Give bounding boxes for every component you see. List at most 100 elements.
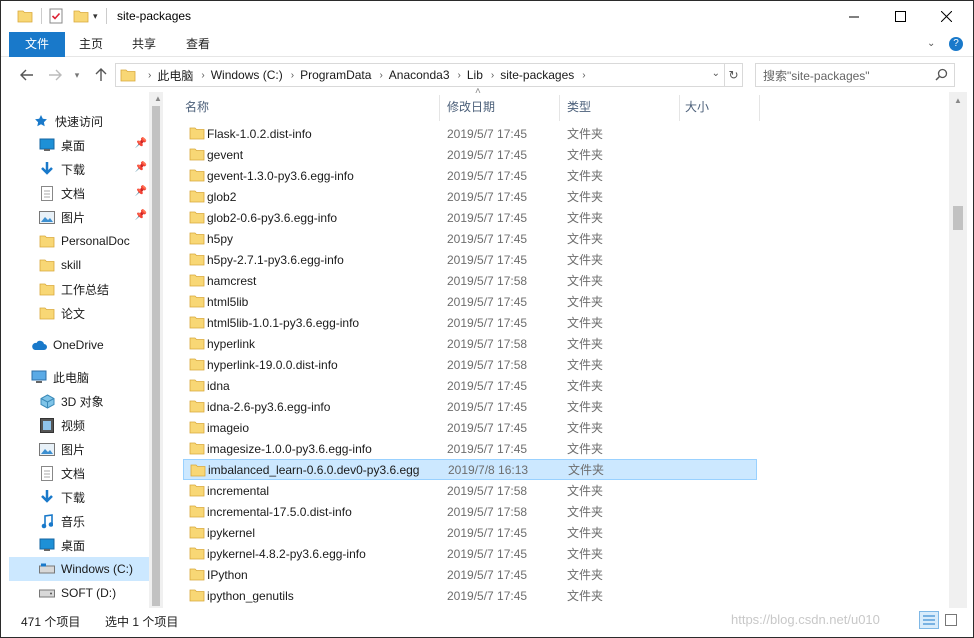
breadcrumb-windows-c[interactable]: Windows (C:) bbox=[211, 68, 283, 82]
file-row[interactable]: incremental-17.5.0.dist-info 2019/5/7 17:… bbox=[183, 501, 757, 522]
file-row[interactable]: idna-2.6-py3.6.egg-info 2019/5/7 17:45 文件夹 bbox=[183, 396, 757, 417]
sidebar-item-papers[interactable]: 论文 bbox=[39, 301, 149, 325]
file-row[interactable]: glob2-0.6-py3.6.egg-info 2019/5/7 17:45 文件… bbox=[183, 207, 757, 228]
help-icon[interactable]: ? bbox=[949, 37, 963, 51]
sidebar-item-music[interactable]: 音乐 bbox=[39, 509, 149, 533]
back-arrow-icon[interactable] bbox=[17, 66, 37, 84]
large-icons-view-icon[interactable] bbox=[941, 611, 961, 629]
file-row[interactable]: idna 2019/5/7 17:45 文件夹 bbox=[183, 375, 757, 396]
file-row[interactable]: IPython 2019/5/7 17:45 文件夹 bbox=[183, 564, 757, 585]
sidebar-item-label: 文档 bbox=[61, 466, 86, 481]
refresh-icon[interactable]: ↻ bbox=[725, 63, 743, 87]
file-row[interactable]: imagesize-1.0.0-py3.6.egg-info 2019/5/7 1… bbox=[183, 438, 757, 459]
file-type: 文件夹 bbox=[567, 568, 604, 582]
folder-icon bbox=[189, 210, 205, 227]
file-row[interactable]: gevent 2019/5/7 17:45 文件夹 bbox=[183, 144, 757, 165]
sidebar-item-work-summary[interactable]: 工作总结 bbox=[39, 277, 149, 301]
tab-share[interactable]: 共享 bbox=[121, 32, 167, 57]
file-name: ipykernel bbox=[207, 525, 256, 540]
sidebar-item-skill[interactable]: skill bbox=[39, 253, 149, 277]
breadcrumb-site-packages[interactable]: site-packages bbox=[500, 68, 574, 82]
pin-icon[interactable]: 📌 bbox=[135, 138, 147, 149]
file-list-scroll-thumb[interactable] bbox=[953, 206, 963, 230]
recent-locations-icon[interactable]: ▾ bbox=[67, 66, 87, 84]
up-arrow-icon[interactable] bbox=[91, 66, 111, 84]
file-row[interactable]: html5lib-1.0.1-py3.6.egg-info 2019/5/7 17… bbox=[183, 312, 757, 333]
file-row[interactable]: html5lib 2019/5/7 17:45 文件夹 bbox=[183, 291, 757, 312]
properties-icon[interactable] bbox=[49, 8, 63, 24]
file-row[interactable]: ipykernel 2019/5/7 17:45 文件夹 bbox=[183, 522, 757, 543]
sidebar-item-quick-access[interactable]: 快速访问 bbox=[33, 109, 149, 133]
breadcrumb-programdata[interactable]: ProgramData bbox=[300, 68, 371, 82]
new-folder-icon[interactable] bbox=[73, 8, 89, 24]
column-header-date[interactable]: 修改日期 bbox=[435, 92, 557, 122]
sidebar-item-documents[interactable]: 文档 📌 bbox=[39, 181, 149, 205]
file-row[interactable]: h5py-2.7.1-py3.6.egg-info 2019/5/7 17:45 文… bbox=[183, 249, 757, 270]
sidebar-item-downloads-pc[interactable]: 下载 bbox=[39, 485, 149, 509]
pin-icon[interactable]: 📌 bbox=[135, 162, 147, 173]
breadcrumb-anaconda3[interactable]: Anaconda3 bbox=[389, 68, 450, 82]
file-row[interactable]: incremental 2019/5/7 17:58 文件夹 bbox=[183, 480, 757, 501]
column-header-name[interactable]: 名称 bbox=[173, 92, 439, 122]
column-divider[interactable] bbox=[759, 95, 760, 121]
maximize-icon[interactable] bbox=[877, 1, 923, 32]
sidebar-item-pictures[interactable]: 图片 📌 bbox=[39, 205, 149, 229]
minimize-icon[interactable] bbox=[831, 1, 877, 32]
pin-icon[interactable]: 📌 bbox=[135, 186, 147, 197]
file-row[interactable]: imbalanced_learn-0.6.0.dev0-py3.6.egg 201… bbox=[183, 459, 757, 480]
breadcrumb-lib[interactable]: Lib bbox=[467, 68, 483, 82]
sidebar-item-documents-pc[interactable]: 文档 bbox=[39, 461, 149, 485]
sidebar-item-downloads[interactable]: 下载 📌 bbox=[39, 157, 149, 181]
file-row[interactable]: imageio 2019/5/7 17:45 文件夹 bbox=[183, 417, 757, 438]
sidebar-item-soft-d[interactable]: SOFT (D:) bbox=[39, 581, 149, 605]
scroll-up-icon[interactable]: ▲ bbox=[153, 94, 163, 104]
file-row[interactable]: ipython_genutils 2019/5/7 17:45 文件夹 bbox=[183, 585, 757, 606]
forward-arrow-icon[interactable] bbox=[45, 66, 65, 84]
file-date: 2019/5/7 17:45 bbox=[447, 126, 528, 141]
address-bar[interactable]: › 此电脑 › Windows (C:) › ProgramData › Ana… bbox=[115, 63, 725, 87]
address-dropdown-icon[interactable]: ⌄ bbox=[712, 68, 720, 79]
star-icon bbox=[33, 113, 49, 129]
sidebar-scroll-thumb[interactable] bbox=[152, 106, 160, 606]
sidebar-item-label: 下载 bbox=[61, 162, 86, 177]
sidebar-scrollbar[interactable]: ▲ bbox=[149, 92, 163, 608]
file-row[interactable]: hamcrest 2019/5/7 17:58 文件夹 bbox=[183, 270, 757, 291]
sidebar-item-this-pc[interactable]: 此电脑 bbox=[31, 365, 149, 389]
file-list-scrollbar[interactable]: ▲ bbox=[949, 92, 967, 608]
desktop-icon bbox=[39, 137, 55, 153]
file-date: 2019/5/7 17:45 bbox=[447, 441, 528, 456]
sidebar-item-personaldoc[interactable]: PersonalDoc bbox=[39, 229, 149, 253]
picture-icon bbox=[39, 441, 55, 457]
sidebar-item-desktop[interactable]: 桌面 📌 bbox=[39, 133, 149, 157]
file-row[interactable]: ipykernel-4.8.2-py3.6.egg-info 2019/5/7 1… bbox=[183, 543, 757, 564]
file-row[interactable]: hyperlink 2019/5/7 17:58 文件夹 bbox=[183, 333, 757, 354]
sidebar-item-desktop-pc[interactable]: 桌面 bbox=[39, 533, 149, 557]
folder-icon bbox=[189, 168, 205, 185]
tab-home[interactable]: 主页 bbox=[69, 32, 113, 57]
file-row[interactable]: gevent-1.3.0-py3.6.egg-info 2019/5/7 17:4… bbox=[183, 165, 757, 186]
sidebar-item-windows-c[interactable]: Windows (C:) bbox=[9, 557, 149, 581]
drive-icon bbox=[39, 561, 55, 577]
folder-icon bbox=[189, 378, 205, 395]
file-row[interactable]: glob2 2019/5/7 17:45 文件夹 bbox=[183, 186, 757, 207]
tab-view[interactable]: 查看 bbox=[175, 32, 221, 57]
sidebar-item-onedrive[interactable]: OneDrive bbox=[31, 333, 149, 357]
file-row[interactable]: h5py 2019/5/7 17:45 文件夹 bbox=[183, 228, 757, 249]
column-header-type[interactable]: 类型 bbox=[555, 92, 677, 122]
scroll-up-icon[interactable]: ▲ bbox=[953, 96, 963, 106]
sidebar-item-videos[interactable]: 视频 bbox=[39, 413, 149, 437]
customize-quick-access-icon[interactable]: ▾ bbox=[93, 8, 98, 24]
sidebar-item-label: 下载 bbox=[61, 490, 86, 505]
close-icon[interactable] bbox=[923, 1, 969, 32]
file-row[interactable]: hyperlink-19.0.0.dist-info 2019/5/7 17:58… bbox=[183, 354, 757, 375]
sidebar-item-3d-objects[interactable]: 3D 对象 bbox=[39, 389, 149, 413]
details-view-icon[interactable] bbox=[919, 611, 939, 629]
expand-ribbon-icon[interactable]: ⌄ bbox=[927, 38, 935, 49]
file-row[interactable]: Flask-1.0.2.dist-info 2019/5/7 17:45 文件夹 bbox=[183, 123, 757, 144]
sidebar-item-pictures-pc[interactable]: 图片 bbox=[39, 437, 149, 461]
search-input[interactable]: 搜索"site-packages" bbox=[755, 63, 955, 87]
breadcrumb-this-pc[interactable]: 此电脑 bbox=[157, 67, 193, 84]
tab-file[interactable]: 文件 bbox=[9, 32, 65, 57]
pin-icon[interactable]: 📌 bbox=[135, 210, 147, 221]
column-header-size[interactable]: 大小 bbox=[673, 92, 763, 122]
